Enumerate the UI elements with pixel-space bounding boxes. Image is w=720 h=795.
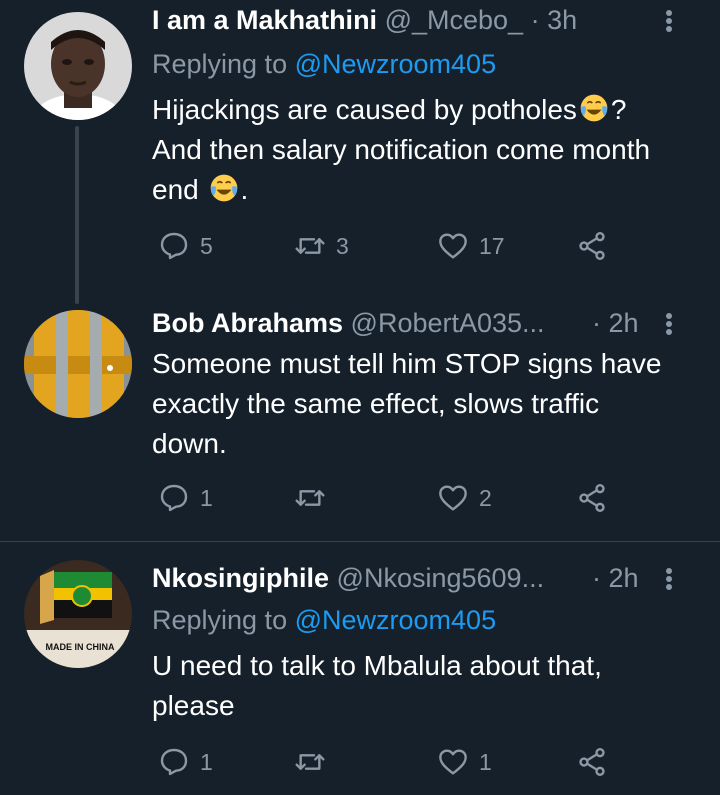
tweet-actions: 1 2 — [152, 478, 622, 518]
avatar-caption-text: MADE IN CHINA — [46, 642, 115, 652]
like-count: 17 — [479, 232, 505, 259]
user-handle[interactable]: @_Mcebo_ — [385, 5, 523, 35]
avatar[interactable] — [24, 310, 132, 418]
share-button[interactable] — [576, 742, 608, 782]
share-button[interactable] — [576, 226, 608, 266]
retweet-icon — [295, 754, 325, 770]
retweet-icon — [295, 490, 325, 506]
reply-icon — [160, 484, 188, 512]
reply-button[interactable]: 5 — [158, 226, 213, 266]
more-options-icon[interactable] — [664, 305, 672, 341]
reply-icon — [160, 232, 188, 260]
replying-to-label: Replying to — [152, 605, 288, 635]
like-count: 2 — [479, 484, 492, 511]
tweet-text-line: And then salary notification come month — [152, 134, 651, 165]
retweet-icon — [295, 238, 325, 254]
mention-link[interactable]: @Newzroom405 — [295, 605, 497, 635]
avatar[interactable] — [24, 12, 132, 120]
avatar[interactable]: MADE IN CHINA — [24, 560, 132, 668]
replying-to: Replying to @Newzroom405 — [152, 46, 496, 82]
timestamp[interactable]: 2h — [609, 308, 639, 338]
heart-icon — [439, 233, 467, 259]
user-handle[interactable]: @Nkosing5609... — [337, 563, 545, 593]
separator-dot: · — [592, 563, 601, 593]
tweet-text-line: down. — [152, 428, 227, 459]
reply-button[interactable]: 1 — [158, 478, 213, 518]
reply-count: 1 — [200, 484, 213, 511]
retweet-count: 3 — [336, 232, 349, 259]
tweet-text-punct: ? — [610, 94, 627, 125]
tweet-header: Bob Abrahams @RobertA035... · 2h — [152, 305, 700, 341]
replying-to: Replying to @Newzroom405 — [152, 602, 496, 638]
tweet-text-line: Hijackings are caused by potholes — [152, 94, 577, 125]
share-icon — [579, 232, 605, 260]
share-icon — [579, 748, 605, 776]
thread-line — [75, 126, 79, 304]
heart-icon — [439, 749, 467, 775]
tweet-text-line: U need to talk to Mbalula about that, — [152, 650, 602, 681]
tweet-text: Hijackings are caused by potholes ? And … — [152, 90, 707, 210]
tweet-text-line: exactly the same effect, slows traffic — [152, 388, 600, 419]
tweet-header: Nkosingiphile @Nkosing5609... · 2h — [152, 560, 700, 596]
tweet-3[interactable]: MADE IN CHINA Nkosingiphile @Nkosing5609… — [0, 542, 720, 795]
retweet-button[interactable] — [294, 742, 336, 782]
tweet-text-line: Someone must tell him STOP signs have — [152, 348, 662, 379]
heart-icon — [439, 485, 467, 511]
share-icon — [579, 484, 605, 512]
tweet-actions: 5 3 17 — [152, 226, 622, 266]
more-options-icon[interactable] — [664, 560, 672, 596]
display-name[interactable]: Bob Abrahams — [152, 308, 343, 338]
face-with-tears-of-joy-icon — [210, 174, 237, 202]
like-button[interactable]: 17 — [437, 226, 505, 266]
display-name[interactable]: I am a Makhathini — [152, 5, 377, 35]
reply-count: 1 — [200, 748, 213, 775]
face-with-tears-of-joy-icon — [580, 94, 608, 122]
reply-count: 5 — [200, 232, 213, 259]
like-button[interactable]: 2 — [437, 478, 492, 518]
user-handle[interactable]: @RobertA035... — [351, 308, 545, 338]
share-button[interactable] — [576, 478, 608, 518]
tweet-text-punct: . — [240, 174, 249, 205]
more-options-icon[interactable] — [664, 2, 672, 38]
tweet-actions: 1 1 — [152, 742, 622, 782]
tweet-text: Someone must tell him STOP signs have ex… — [152, 344, 707, 464]
tweet-header: I am a Makhathini @_Mcebo_ · 3h — [152, 2, 700, 38]
reply-button[interactable]: 1 — [158, 742, 213, 782]
tweet-text-line: end — [152, 174, 199, 205]
like-button[interactable]: 1 — [437, 742, 492, 782]
avatar-photo: MADE IN CHINA — [24, 560, 132, 668]
avatar-caption: MADE IN CHINA — [46, 642, 115, 652]
mention-link[interactable]: @Newzroom405 — [295, 49, 497, 79]
avatar-photo — [24, 310, 132, 418]
tweet-text: U need to talk to Mbalula about that, pl… — [152, 646, 707, 726]
tweet-text-line: please — [152, 690, 235, 721]
display-name[interactable]: Nkosingiphile — [152, 563, 329, 593]
retweet-button[interactable]: 3 — [294, 226, 349, 266]
timestamp[interactable]: 3h — [547, 5, 577, 35]
replying-to-label: Replying to — [152, 49, 288, 79]
reply-icon — [160, 748, 188, 776]
separator-dot: · — [530, 5, 540, 35]
retweet-button[interactable] — [294, 478, 336, 518]
avatar-photo — [24, 12, 132, 120]
like-count: 1 — [479, 748, 492, 775]
separator-dot: · — [592, 308, 601, 338]
timestamp[interactable]: 2h — [609, 563, 639, 593]
tweet-2[interactable]: Bob Abrahams @RobertA035... · 2h Someone… — [0, 300, 720, 540]
tweet-1[interactable]: I am a Makhathini @_Mcebo_ · 3h Replying… — [0, 0, 720, 304]
